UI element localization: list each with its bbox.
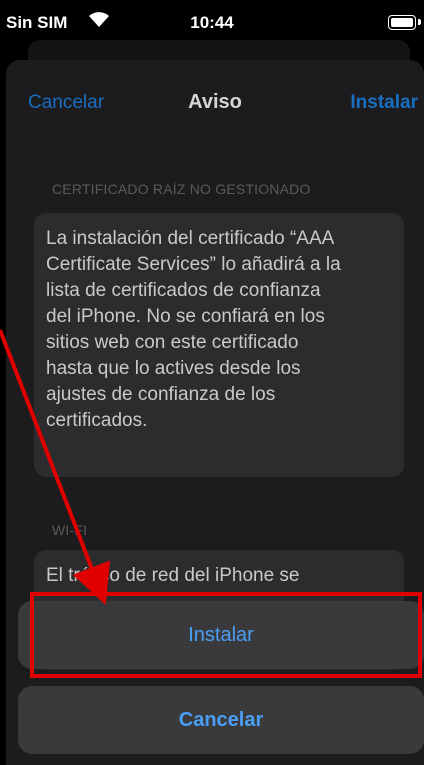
section-header-wifi: WI-FI — [52, 522, 88, 538]
text-line: Certificate Services” lo añadirá a la — [46, 254, 341, 275]
status-time: 10:44 — [190, 13, 234, 32]
install-button-label: Instalar — [188, 624, 254, 646]
nav-install-button[interactable]: Instalar — [350, 92, 418, 114]
root-certificate-text: La instalación del certificado “AAA Cert… — [34, 213, 404, 434]
section-header-root-certificate: CERTIFICADO RAÍZ NO GESTIONADO — [52, 181, 311, 197]
text-line: ajustes de confianza de los — [46, 384, 276, 405]
cancel-button-label: Cancelar — [178, 709, 264, 731]
text-line: certificados. — [46, 410, 148, 431]
text-line: sitios web con este certificado — [46, 332, 299, 353]
text-line: hasta que lo actives desde los — [46, 358, 301, 379]
text-line: del iPhone. No se confiará en los — [46, 306, 325, 327]
cancel-button[interactable]: Cancelar — [18, 686, 424, 754]
root-certificate-card: La instalación del certificado “AAA Cert… — [34, 213, 404, 477]
text-line: lista de certificados de confianza — [46, 280, 321, 301]
wifi-text: El tráfico de red del iPhone se — [34, 550, 404, 589]
text-line: La instalación del certificado “AAA — [46, 228, 335, 249]
battery-icon — [388, 15, 416, 30]
text-line: El tráfico de red del iPhone se — [46, 565, 300, 586]
battery-cap — [418, 19, 421, 25]
install-button[interactable]: Instalar — [18, 601, 424, 669]
nav-bar: Cancelar Aviso Instalar — [6, 80, 424, 124]
